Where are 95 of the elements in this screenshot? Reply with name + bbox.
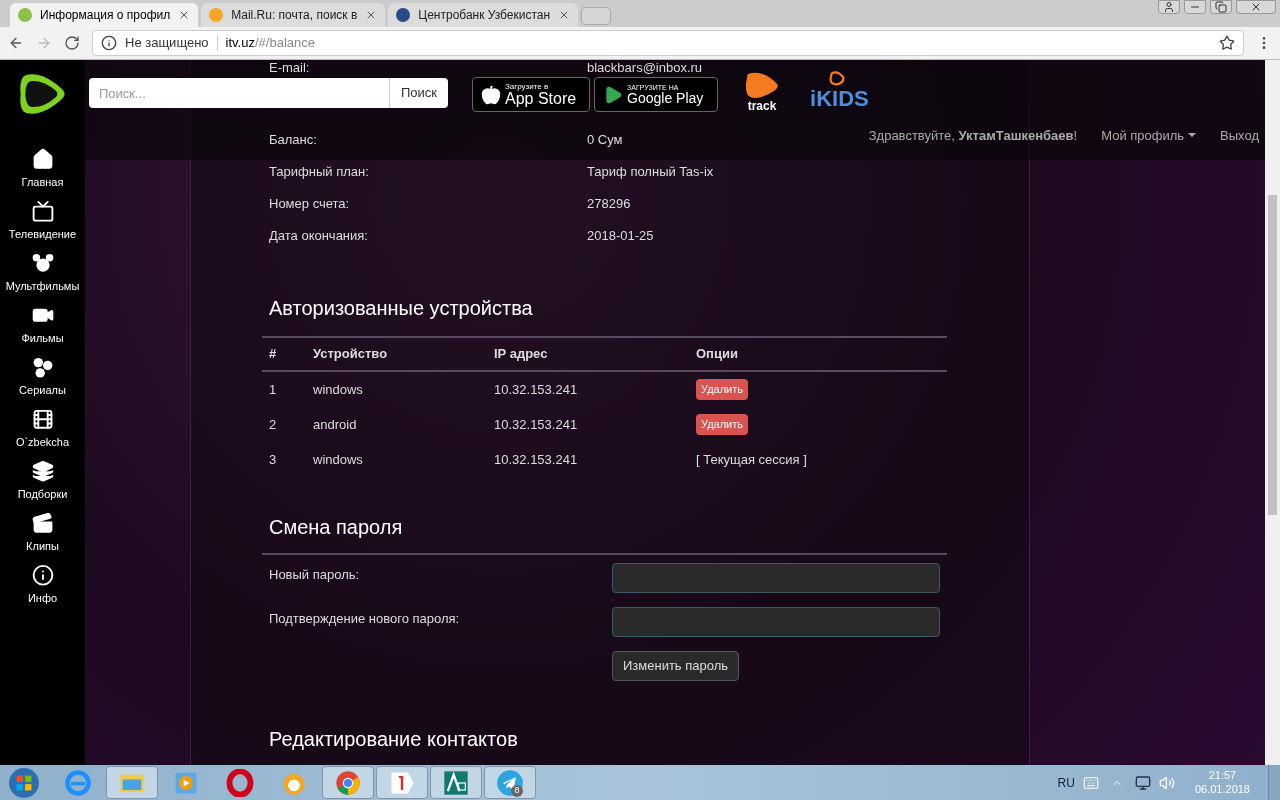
logout-link[interactable]: Выход: [1220, 125, 1259, 145]
tab-title: Информация о профил: [40, 7, 171, 24]
layers-icon: [30, 460, 55, 483]
url-text: itv.uz/#/balance: [225, 34, 315, 53]
section-heading: Авторизованные устройства: [269, 296, 534, 320]
table-cell-text: 10.32.153.241: [494, 415, 579, 434]
sidebar-item[interactable]: O`zbekcha: [0, 408, 85, 450]
table-cell-text: 3: [269, 450, 278, 469]
bookmark-star-icon[interactable]: [1219, 35, 1235, 51]
tab-favicon-icon: [18, 8, 32, 22]
tab-title: Центробанк Узбекистан: [418, 7, 551, 24]
security-label: Не защищено: [125, 34, 209, 53]
change-password-button[interactable]: Изменить пароль: [612, 651, 740, 681]
field-label: Подтверждение нового пароля:: [269, 610, 461, 628]
section-heading: Смена пароля: [269, 515, 404, 539]
column-header: Опции: [696, 345, 738, 364]
column-header: Устройство: [313, 345, 389, 364]
field-value: 2018-01-25: [587, 227, 654, 246]
clapperboard-icon: [30, 512, 55, 535]
keyboard-icon[interactable]: [1082, 774, 1099, 791]
sidebar-item[interactable]: Телевидение: [0, 200, 85, 242]
column-header: #: [269, 345, 278, 364]
taskbar-app[interactable]: 8: [484, 766, 536, 799]
table-cell-text: 10.32.153.241: [494, 380, 579, 399]
field-label: Дата окончания:: [269, 227, 369, 246]
greeting-text: Здравствуйте, УктамТашкенбаев!: [868, 126, 1078, 145]
sidebar-item[interactable]: Клипы: [0, 512, 85, 554]
section-heading: Редактирование контактов: [269, 727, 519, 751]
itrack-logo-icon: [744, 70, 781, 100]
sidebar-item[interactable]: Главная: [0, 148, 85, 190]
field-label: Номер счета:: [269, 195, 351, 214]
sidebar-item[interactable]: Сериалы: [0, 356, 85, 398]
field-label: Баланс:: [269, 131, 318, 150]
tv-icon: [30, 200, 55, 223]
forward-icon[interactable]: [36, 35, 52, 51]
start-button[interactable]: [8, 766, 40, 799]
password-field[interactable]: [612, 607, 940, 637]
reload-icon[interactable]: [64, 35, 80, 51]
language-indicator[interactable]: RU: [1057, 773, 1075, 792]
restore-button[interactable]: [1210, 0, 1232, 14]
ikids-logo-text: iKIDS: [810, 88, 869, 110]
table-cell-text: 2: [269, 415, 278, 434]
volume-icon[interactable]: [1158, 774, 1175, 791]
password-field[interactable]: [612, 563, 940, 593]
info-icon: [101, 35, 117, 51]
taskbar-app[interactable]: [106, 766, 158, 799]
taskbar-app[interactable]: [322, 766, 374, 799]
restore-icon: [1215, 1, 1227, 13]
search-button[interactable]: Поиск: [389, 78, 449, 108]
sidebar-item[interactable]: Мультфильмы: [0, 252, 85, 294]
browser-tab[interactable]: Информация о профил: [10, 3, 199, 27]
new-tab-button[interactable]: [581, 7, 612, 25]
taskbar-app[interactable]: [430, 766, 482, 799]
field-value: blackbars@inbox.ru: [587, 60, 703, 75]
tab-favicon-icon: [209, 8, 224, 22]
app-store-badge[interactable]: Загрузите в App Store: [472, 77, 591, 112]
table-cell-text: 1: [269, 380, 278, 399]
back-icon[interactable]: [8, 35, 24, 51]
person-icon: [1163, 1, 1175, 13]
field-value: 278296: [587, 195, 631, 214]
close-icon: [1250, 1, 1262, 13]
play-icon: [603, 84, 624, 105]
sidebar-item[interactable]: Подборки: [0, 460, 85, 502]
search-field[interactable]: Поиск...: [89, 78, 389, 108]
taskbar-app[interactable]: [376, 766, 428, 799]
caret-icon: [1188, 133, 1197, 138]
address-bar[interactable]: Не защищено itv.uz/#/balance: [92, 30, 1244, 56]
delete-button[interactable]: Удалить: [696, 379, 748, 400]
current-session-label: [ Текущая сессия ]: [696, 450, 807, 469]
profile-menu-link[interactable]: Мой профиль: [1101, 125, 1197, 145]
profile-button[interactable]: [1158, 0, 1180, 14]
info-icon: [30, 564, 55, 587]
close-window-button[interactable]: [1236, 0, 1276, 14]
field-label: Новый пароль:: [269, 566, 361, 584]
tab-title: Mail.Ru: почта, поиск в: [231, 7, 358, 24]
table-cell-text: windows: [313, 380, 364, 399]
table-cell-text: 10.32.153.241: [494, 450, 579, 469]
itrack-logo-text: track: [747, 100, 777, 112]
field-value: Тариф полный Tas-ix: [587, 163, 714, 182]
mouse-ears-icon: [30, 252, 55, 275]
apple-icon: [481, 84, 502, 105]
ikids-ring-icon: [828, 70, 847, 88]
sidebar-item[interactable]: Фильмы: [0, 304, 85, 346]
table-cell-text: android: [313, 415, 358, 434]
browser-tab[interactable]: Mail.Ru: почта, поиск в: [201, 3, 386, 27]
delete-button[interactable]: Удалить: [696, 414, 748, 435]
network-icon[interactable]: [1134, 774, 1151, 791]
sidebar-item[interactable]: Инфо: [0, 564, 85, 606]
field-label: E-mail:: [269, 60, 311, 75]
field-value: 0 Сум: [587, 131, 623, 150]
field-label: Тарифный план:: [269, 163, 370, 182]
browser-tab[interactable]: Центробанк Узбекистан: [388, 3, 579, 27]
table-cell-text: windows: [313, 450, 364, 469]
tab-favicon-icon: [396, 8, 411, 22]
column-header: IP адрес: [494, 345, 549, 364]
